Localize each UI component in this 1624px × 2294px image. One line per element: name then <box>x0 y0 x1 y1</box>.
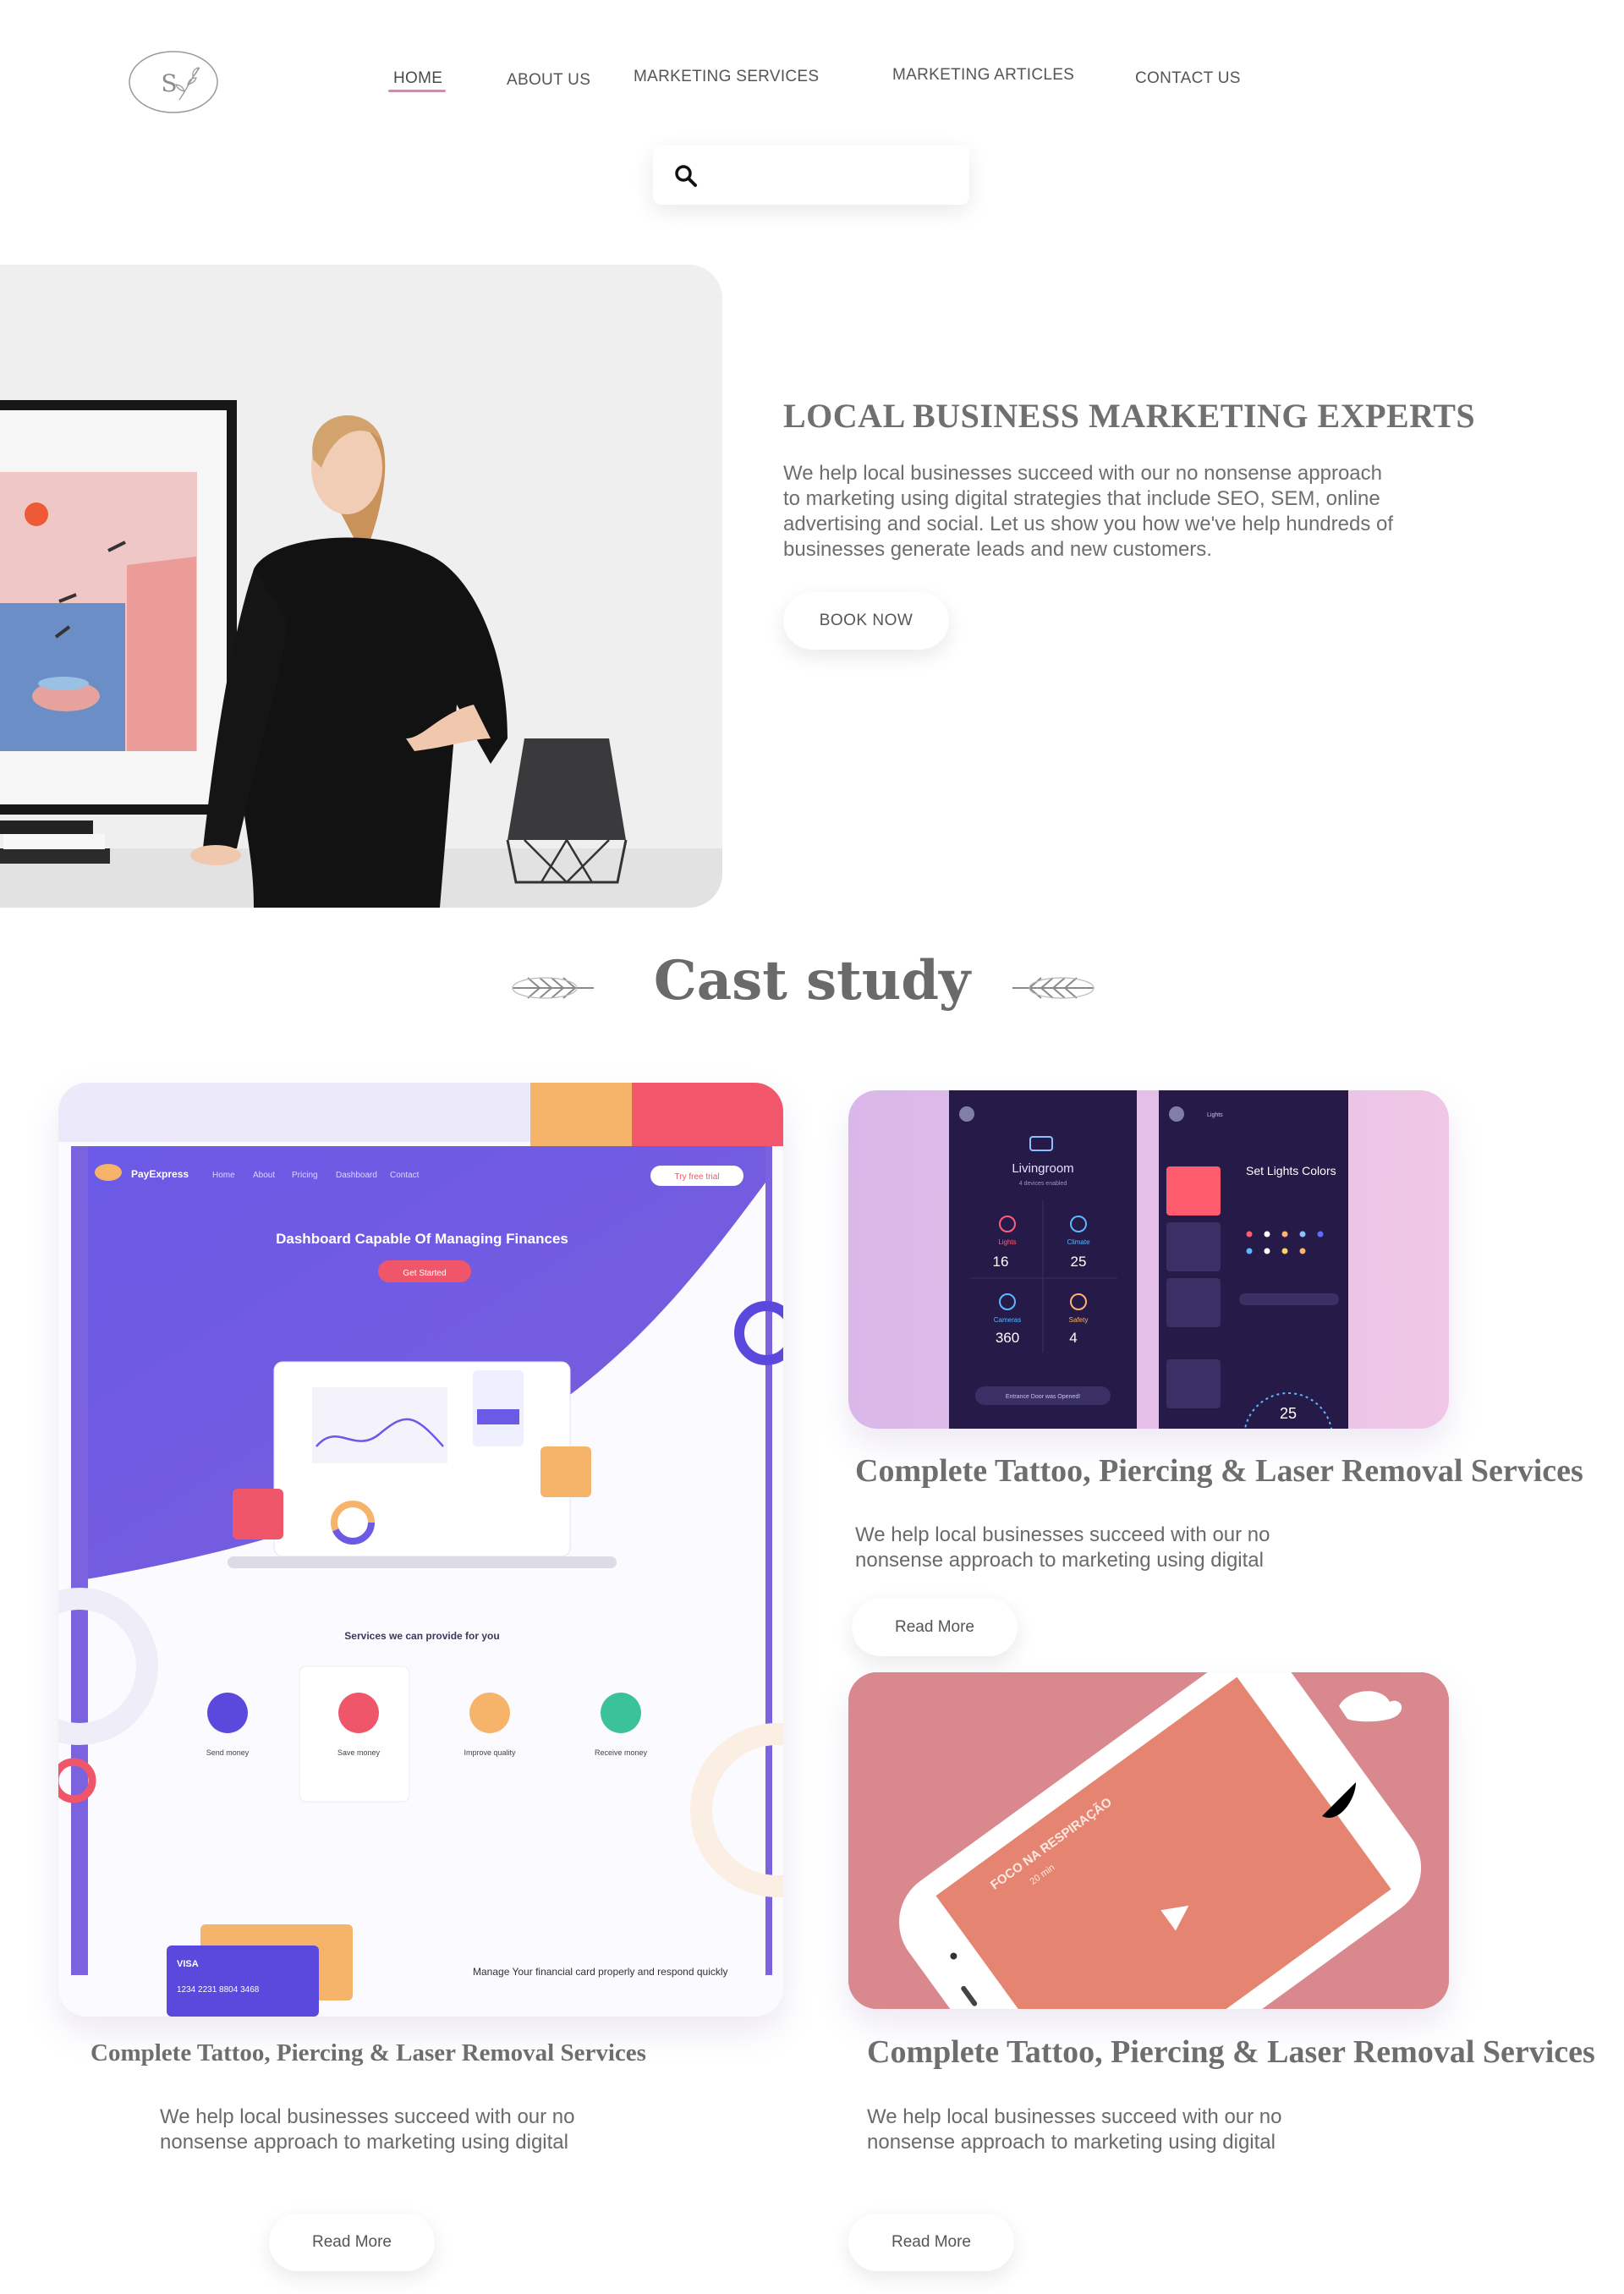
case-study-image-1[interactable]: PayExpress Home About Pricing Dashboard … <box>58 1083 783 2017</box>
mockup-nav-pricing: Pricing <box>292 1171 318 1180</box>
mockup-card-brand: VISA <box>177 1959 199 1969</box>
mockup-nav-contact: Contact <box>390 1171 420 1180</box>
search-icon[interactable] <box>673 163 699 189</box>
mockup-card-text: Manage Your financial card properly and … <box>473 1966 728 1978</box>
panel-tag: Lights <box>1207 1112 1223 1118</box>
nav-home[interactable]: HOME <box>393 69 442 88</box>
mockup-brand: PayExpress <box>131 1168 189 1180</box>
case-study-image-3[interactable]: FOCO NA RESPIRAÇÃO 20 min <box>848 1672 1449 2009</box>
mockup-room: Livingroom <box>1012 1161 1073 1176</box>
panel-title: Set Lights Colors <box>1246 1164 1336 1177</box>
tile-safety-value: 4 <box>1069 1330 1077 1346</box>
read-more-button-1[interactable]: Read More <box>269 2214 435 2271</box>
case-study-image-2[interactable]: Livingroom 4 devices enabled Lights Clim… <box>848 1090 1449 1429</box>
mockup-service-1: Send money <box>206 1748 250 1757</box>
hero-image <box>0 265 722 908</box>
tile-cameras-value: 360 <box>996 1330 1019 1346</box>
smart-home-mockup: Livingroom 4 devices enabled Lights Clim… <box>949 1090 1348 1429</box>
case-study-title-3[interactable]: Complete Tattoo, Piercing & Laser Remova… <box>867 2033 1595 2071</box>
mockup-notice: Entrance Door was Opened! <box>1006 1394 1080 1400</box>
tile-safety-label: Safety <box>1069 1316 1089 1324</box>
mockup-services-title: Services we can provide for you <box>344 1630 499 1642</box>
book-now-button[interactable]: BOOK NOW <box>783 592 949 650</box>
read-more-button-3[interactable]: Read More <box>848 2214 1014 2271</box>
active-nav-indicator <box>388 90 446 92</box>
arrow-right-decoration-icon <box>1012 977 1095 999</box>
mockup-service-4: Receive money <box>595 1748 648 1757</box>
mockup-service-3: Improve quality <box>464 1748 516 1757</box>
phone-mockup: FOCO NA RESPIRAÇÃO 20 min <box>848 1672 1449 2009</box>
case-study-text-1: We help local businesses succeed with ou… <box>160 2105 575 2154</box>
mockup-nav-home: Home <box>212 1171 235 1180</box>
hero-description: We help local businesses succeed with ou… <box>783 462 1394 561</box>
nav-about-us[interactable]: ABOUT US <box>507 71 590 90</box>
payexpress-mockup: PayExpress Home About Pricing Dashboard … <box>58 1083 783 2017</box>
nav-marketing-services[interactable]: MARKETING SERVICES <box>634 68 819 86</box>
nav-contact-us[interactable]: CONTACT US <box>1135 69 1241 88</box>
case-study-text-2: We help local businesses succeed with ou… <box>855 1523 1270 1572</box>
search-box[interactable] <box>653 145 969 205</box>
main-nav: HOME ABOUT US MARKETING SERVICES MARKETI… <box>0 66 1624 93</box>
case-study-title-2[interactable]: Complete Tattoo, Piercing & Laser Remova… <box>855 1452 1583 1490</box>
mockup-room-sub: 4 devices enabled <box>1019 1181 1067 1187</box>
tile-lights-value: 16 <box>993 1254 1009 1270</box>
read-more-button-2[interactable]: Read More <box>852 1599 1018 1656</box>
panel-gauge: 25 <box>1280 1405 1297 1422</box>
case-study-text-3: We help local businesses succeed with ou… <box>867 2105 1282 2154</box>
arrow-left-decoration-icon <box>512 977 594 999</box>
tile-lights-label: Lights <box>998 1238 1016 1246</box>
case-study-title-1[interactable]: Complete Tattoo, Piercing & Laser Remova… <box>91 2039 646 2067</box>
mockup-nav-about: About <box>253 1171 275 1180</box>
section-title: Cast study <box>653 949 971 1013</box>
tile-climate-value: 25 <box>1071 1254 1087 1270</box>
mockup-card-number: 1234 2231 8804 3468 <box>177 1985 260 1995</box>
tile-climate-label: Climate <box>1067 1238 1090 1246</box>
tile-cameras-label: Cameras <box>994 1316 1021 1324</box>
nav-marketing-articles[interactable]: MARKETING ARTICLES <box>892 66 1074 85</box>
mockup-get-started: Get Started <box>403 1269 446 1278</box>
mockup-cta: Try free trial <box>675 1172 720 1182</box>
mockup-nav-dashboard: Dashboard <box>336 1171 377 1180</box>
hero-illustration <box>0 265 722 908</box>
hero-title: LOCAL BUSINESS MARKETING EXPERTS <box>783 397 1476 435</box>
mockup-headline: Dashboard Capable Of Managing Finances <box>276 1231 568 1247</box>
mockup-service-2: Save money <box>337 1748 381 1757</box>
search-input[interactable] <box>710 157 956 193</box>
